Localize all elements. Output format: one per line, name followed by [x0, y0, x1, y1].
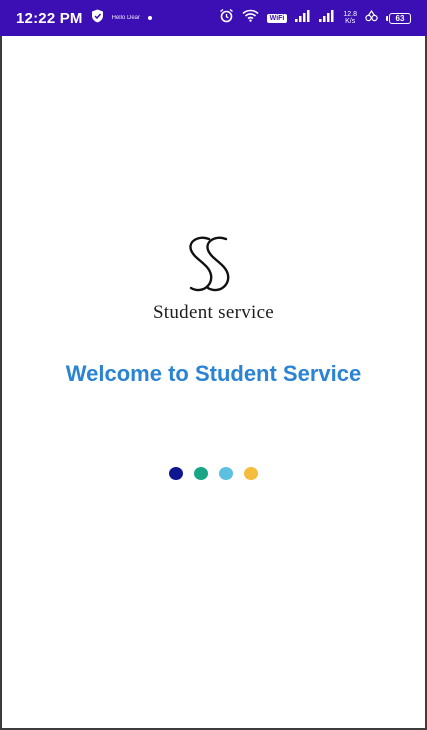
battery-tip [386, 15, 388, 21]
loading-dot-4 [244, 467, 258, 480]
signal-strength-icon-1 [295, 9, 311, 27]
status-bar-right: WiFi 12.8 K/s 63 [219, 8, 411, 28]
status-time: 12:22 PM [16, 9, 83, 27]
loading-dot-3 [219, 467, 233, 480]
loading-dot-1 [169, 467, 183, 480]
network-speed-value: 12.8 [343, 11, 357, 18]
loading-dot-2 [194, 467, 208, 480]
wifi-icon [242, 9, 259, 27]
more-notifications-dot [148, 16, 152, 20]
network-speed-unit: K/s [345, 18, 356, 25]
signal-strength-icon-2 [319, 9, 335, 27]
splash-screen: Student service Welcome to Student Servi… [2, 36, 425, 728]
battery-level: 63 [389, 12, 411, 24]
network-speed: 12.8 K/s [343, 11, 357, 25]
alarm-icon [219, 8, 234, 28]
shield-icon [91, 9, 104, 28]
app-logo: Student service [2, 234, 425, 324]
ss-logo-icon [182, 234, 246, 296]
loading-indicator [2, 467, 425, 480]
logo-text: Student service [152, 302, 275, 323]
battery-icon: 63 [386, 12, 411, 24]
notification-text-icon: Hello Dear [111, 15, 140, 21]
welcome-title: Welcome to Student Service [65, 361, 362, 386]
wifi-calling-badge: WiFi [266, 13, 288, 23]
status-bar: 12:22 PM Hello Dear WiFi 12.8 K/s 63 [0, 0, 427, 36]
status-bar-left: 12:22 PM Hello Dear [16, 9, 152, 28]
phone-screen: 12:22 PM Hello Dear WiFi 12.8 K/s 63 Stu… [0, 0, 427, 730]
hotspot-icon [365, 9, 378, 27]
